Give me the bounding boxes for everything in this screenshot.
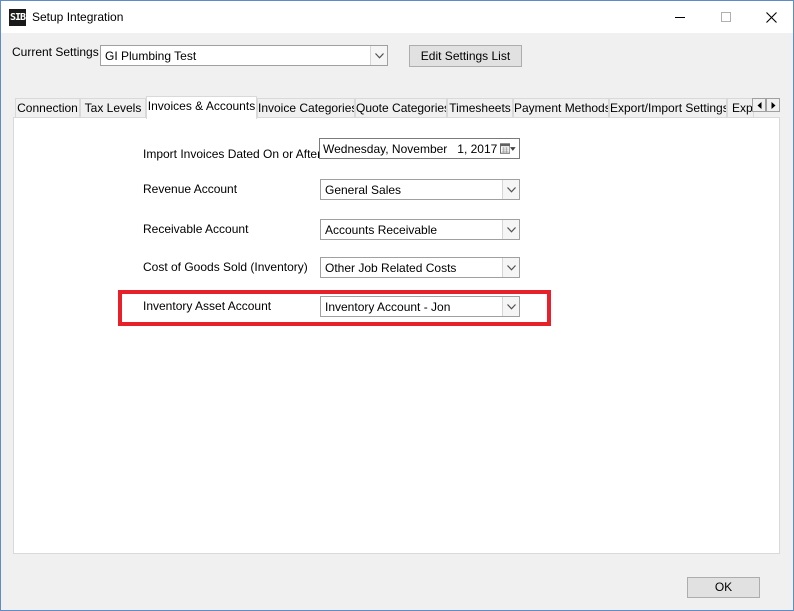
setup-integration-window: SIB Setup Integration Current Settings G… xyxy=(0,0,794,611)
chevron-down-icon[interactable] xyxy=(502,258,519,277)
chevron-down-icon[interactable] xyxy=(502,180,519,199)
cogs-label: Cost of Goods Sold (Inventory) xyxy=(143,260,308,274)
import-date-label: Import Invoices Dated On or After xyxy=(143,147,322,161)
import-date-value: Wednesday, November 1, 2017 xyxy=(323,142,498,156)
tab-exp[interactable]: Exp xyxy=(727,98,754,118)
highlight-annotation-box xyxy=(118,290,551,326)
receivable-account-value: Accounts Receivable xyxy=(325,223,438,237)
chevron-down-icon[interactable] xyxy=(502,220,519,239)
cogs-account-value: Other Job Related Costs xyxy=(325,261,457,275)
tab-tax-levels[interactable]: Tax Levels xyxy=(80,98,146,118)
maximize-button[interactable] xyxy=(703,1,749,33)
tab-scroll-left-button[interactable] xyxy=(752,98,766,112)
arrow-left-icon xyxy=(757,101,761,109)
revenue-account-dropdown[interactable]: General Sales xyxy=(320,179,520,200)
ok-button[interactable]: OK xyxy=(687,577,760,598)
tab-quote-categories[interactable]: Quote Categories xyxy=(355,98,447,118)
current-settings-dropdown[interactable]: GI Plumbing Test xyxy=(100,45,388,66)
close-icon xyxy=(765,11,777,23)
import-date-picker[interactable]: Wednesday, November 1, 2017 xyxy=(319,138,520,159)
minimize-icon xyxy=(675,16,685,18)
tab-invoice-categories[interactable]: Invoice Categories xyxy=(257,98,355,118)
revenue-account-label: Revenue Account xyxy=(143,182,238,196)
tab-timesheets[interactable]: Timesheets xyxy=(447,98,513,118)
maximize-icon xyxy=(721,12,731,22)
tab-strip: Connection Tax Levels Invoices & Account… xyxy=(13,96,783,119)
calendar-dropdown-icon[interactable] xyxy=(500,142,516,155)
arrow-right-icon xyxy=(771,101,775,109)
chevron-down-icon[interactable] xyxy=(370,46,387,65)
tab-export-import-settings[interactable]: Export/Import Settings xyxy=(609,98,727,118)
current-settings-label: Current Settings xyxy=(12,45,99,59)
tab-invoices-accounts[interactable]: Invoices & Accounts xyxy=(146,96,257,119)
tab-payment-methods[interactable]: Payment Methods xyxy=(513,98,609,118)
close-button[interactable] xyxy=(748,1,794,33)
tab-connection[interactable]: Connection xyxy=(15,98,80,118)
minimize-button[interactable] xyxy=(657,1,703,33)
edit-settings-list-button[interactable]: Edit Settings List xyxy=(409,45,522,67)
current-settings-value: GI Plumbing Test xyxy=(105,49,197,63)
tab-scroll-right-button[interactable] xyxy=(766,98,780,112)
receivable-account-dropdown[interactable]: Accounts Receivable xyxy=(320,219,520,240)
window-title: Setup Integration xyxy=(32,10,124,24)
receivable-account-label: Receivable Account xyxy=(143,222,249,236)
revenue-account-value: General Sales xyxy=(325,183,402,197)
cogs-account-dropdown[interactable]: Other Job Related Costs xyxy=(320,257,520,278)
title-bar[interactable]: SIB Setup Integration xyxy=(1,1,793,33)
app-icon: SIB xyxy=(9,9,26,26)
